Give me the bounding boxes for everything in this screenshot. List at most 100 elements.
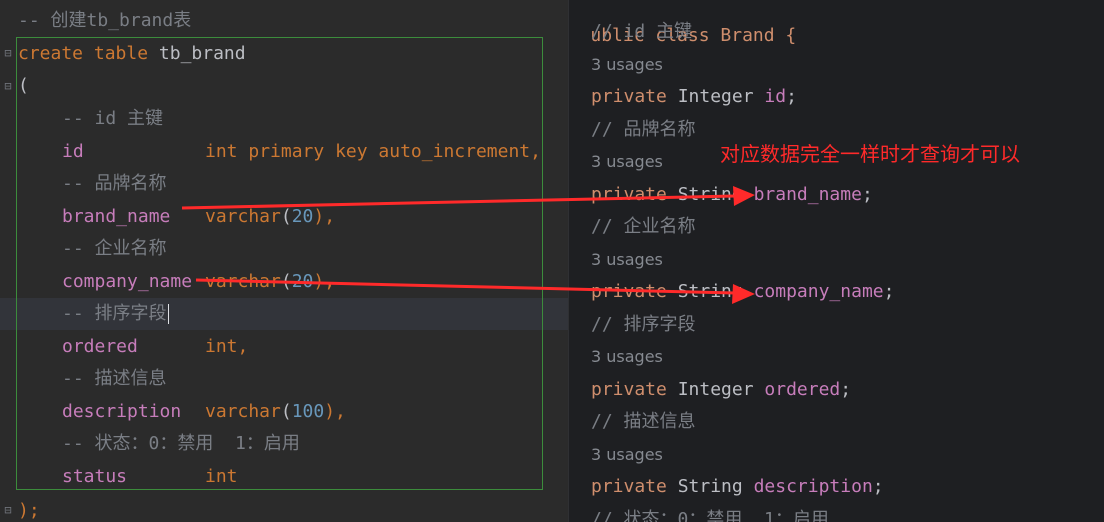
java-editor-pane[interactable]: ublic class Brand { // id 主键 3 usages priv… (568, 0, 1104, 522)
sql-column-name: company_name (62, 270, 193, 292)
java-comment-text: // 排序字段 (591, 313, 696, 335)
java-semicolon: ; (786, 86, 797, 107)
sql-column-type: int, (205, 331, 248, 363)
sql-title-comment: -- 创建tb_brand表 (18, 10, 192, 31)
usages-link[interactable]: 3 usages (591, 347, 663, 366)
java-type: Integer (677, 378, 754, 400)
java-comment-line[interactable]: // 排序字段 (591, 309, 1104, 341)
sql-column-type: int primary key auto_increment, (205, 136, 541, 168)
sql-comment: -- 企业名称 (18, 233, 167, 265)
sql-column-def: id (18, 136, 84, 168)
sql-column-name: brand_name (62, 205, 171, 227)
sql-comment: -- 排序字段 (18, 298, 169, 330)
java-modifier: private (591, 378, 667, 400)
sql-comment: -- 品牌名称 (18, 168, 167, 200)
java-type: String (677, 476, 743, 497)
sql-comment-text: -- 品牌名称 (62, 173, 167, 194)
sql-column-def: company_name (18, 266, 192, 298)
sql-comment: -- 状态：0：禁用 1：启用 (18, 428, 300, 460)
java-modifier: private (591, 183, 667, 205)
sql-type-size: 20 (291, 270, 314, 292)
sql-line-title-comment[interactable]: -- 创建tb_brand表 (0, 5, 568, 37)
sql-keyword-create: create (18, 43, 84, 64)
sql-column-line[interactable]: ordered int, (0, 331, 568, 363)
java-comment-line[interactable]: // 企业名称 (591, 211, 1104, 243)
sql-comment-text: -- 状态：0：禁用 1：启用 (62, 433, 300, 454)
sql-type-token: key (335, 140, 368, 162)
sql-editor-pane[interactable]: -- 创建tb_brand表 ⊟ create table tb_brand ⊟… (0, 0, 568, 522)
sql-comment-line[interactable]: -- 排序字段 (0, 298, 568, 330)
java-comment-line[interactable]: // 状态：0：禁用 1：启用 (591, 504, 1104, 522)
java-comment-text: // id 主键 (591, 21, 693, 42)
sql-create-statement: create table tb_brand (18, 38, 246, 70)
java-field-name: description (753, 476, 873, 497)
java-usages-hint[interactable]: 3 usages (591, 49, 1104, 81)
java-semicolon: ; (883, 281, 895, 302)
java-field-line[interactable]: private String brand_name; (591, 179, 1104, 211)
java-type: Integer (677, 86, 754, 107)
sql-type-size: 20 (291, 205, 314, 227)
sql-close-paren: ); (18, 500, 40, 521)
java-comment-text: // 品牌名称 (591, 118, 696, 140)
sql-comment-line[interactable]: -- id 主键 (0, 103, 568, 135)
java-comment-text: // 状态：0：禁用 1：启用 (591, 508, 829, 522)
sql-column-def: description (18, 396, 181, 428)
usages-link[interactable]: 3 usages (591, 250, 663, 269)
sql-column-type: varchar(20), (205, 270, 336, 292)
java-usages-hint[interactable]: 3 usages (591, 341, 1104, 373)
text-caret (167, 304, 169, 324)
sql-column-line[interactable]: brand_name varchar(20), (0, 201, 568, 233)
sql-type-token: auto_increment, (378, 140, 541, 162)
java-field-line[interactable]: private Integer ordered; (591, 374, 1104, 406)
sql-comment-line[interactable]: -- 企业名称 (0, 233, 568, 265)
sql-type-tail: ), (324, 400, 346, 422)
java-modifier: private (591, 281, 667, 302)
sql-comment-line[interactable]: -- 状态：0：禁用 1：启用 (0, 428, 568, 460)
sql-comment-line[interactable]: -- 描述信息 (0, 363, 568, 395)
java-semicolon: ; (861, 183, 873, 205)
sql-comment: -- id 主键 (18, 103, 163, 135)
java-usages-hint[interactable]: 3 usages (591, 439, 1104, 471)
sql-column-line[interactable]: description varchar(100), (0, 396, 568, 428)
sql-open-paren: ( (18, 75, 29, 96)
sql-line-create[interactable]: create table tb_brand (0, 38, 568, 70)
java-type: String (677, 281, 743, 302)
java-semicolon: ; (872, 476, 884, 497)
sql-type-token: int (205, 140, 238, 162)
java-field-name: id (764, 86, 787, 107)
sql-type-name: varchar (205, 400, 281, 422)
sql-column-type: varchar(20), (205, 205, 336, 227)
java-type: String (677, 183, 743, 205)
sql-column-line[interactable]: company_name varchar(20), (0, 266, 568, 298)
java-field-name: brand_name (753, 183, 862, 205)
sql-type-token: int, (205, 335, 249, 357)
sql-column-line[interactable]: status int (0, 461, 568, 493)
sql-type-token: primary (248, 140, 325, 162)
sql-comment-text: -- 描述信息 (62, 368, 167, 389)
sql-type-name: varchar (205, 270, 281, 292)
sql-line-close[interactable]: ); (0, 495, 568, 522)
sql-column-name: status (62, 465, 128, 487)
java-usages-hint[interactable]: 3 usages (591, 244, 1104, 276)
java-semicolon: ; (840, 378, 852, 400)
java-field-line[interactable]: private Integer id; (591, 81, 1104, 113)
sql-column-def: brand_name (18, 201, 170, 233)
java-comment-text: // 描述信息 (591, 411, 696, 432)
usages-link[interactable]: 3 usages (591, 55, 663, 74)
sql-type-size: 100 (291, 400, 325, 422)
java-comment-line[interactable]: // 描述信息 (591, 406, 1104, 438)
java-field-line[interactable]: private String description; (591, 471, 1104, 503)
usages-link[interactable]: 3 usages (591, 445, 663, 464)
java-comment-text: // 企业名称 (591, 216, 696, 237)
sql-column-def: ordered (18, 331, 138, 363)
sql-column-line[interactable]: id int primary key auto_increment, (0, 136, 568, 168)
sql-column-name: ordered (62, 335, 138, 357)
sql-comment-line[interactable]: -- 品牌名称 (0, 168, 568, 200)
sql-line-open-paren[interactable]: ( (0, 70, 568, 102)
sql-comment-text: -- 排序字段 (62, 303, 167, 324)
usages-link[interactable]: 3 usages (591, 152, 663, 171)
java-comment-line[interactable]: // id 主键 (591, 16, 1104, 48)
sql-keyword-table: table (93, 43, 149, 64)
java-field-line[interactable]: private String company_name; (591, 276, 1104, 308)
java-field-name: company_name (753, 281, 884, 302)
